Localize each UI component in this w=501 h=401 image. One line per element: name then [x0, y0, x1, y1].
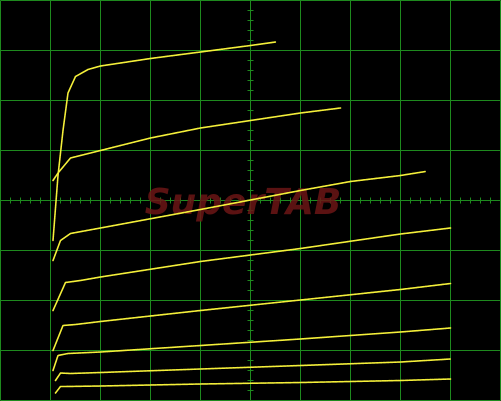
oscilloscope-plot: SuperTAB: [0, 0, 501, 401]
oscilloscope-screen: SuperTAB: [0, 0, 501, 401]
